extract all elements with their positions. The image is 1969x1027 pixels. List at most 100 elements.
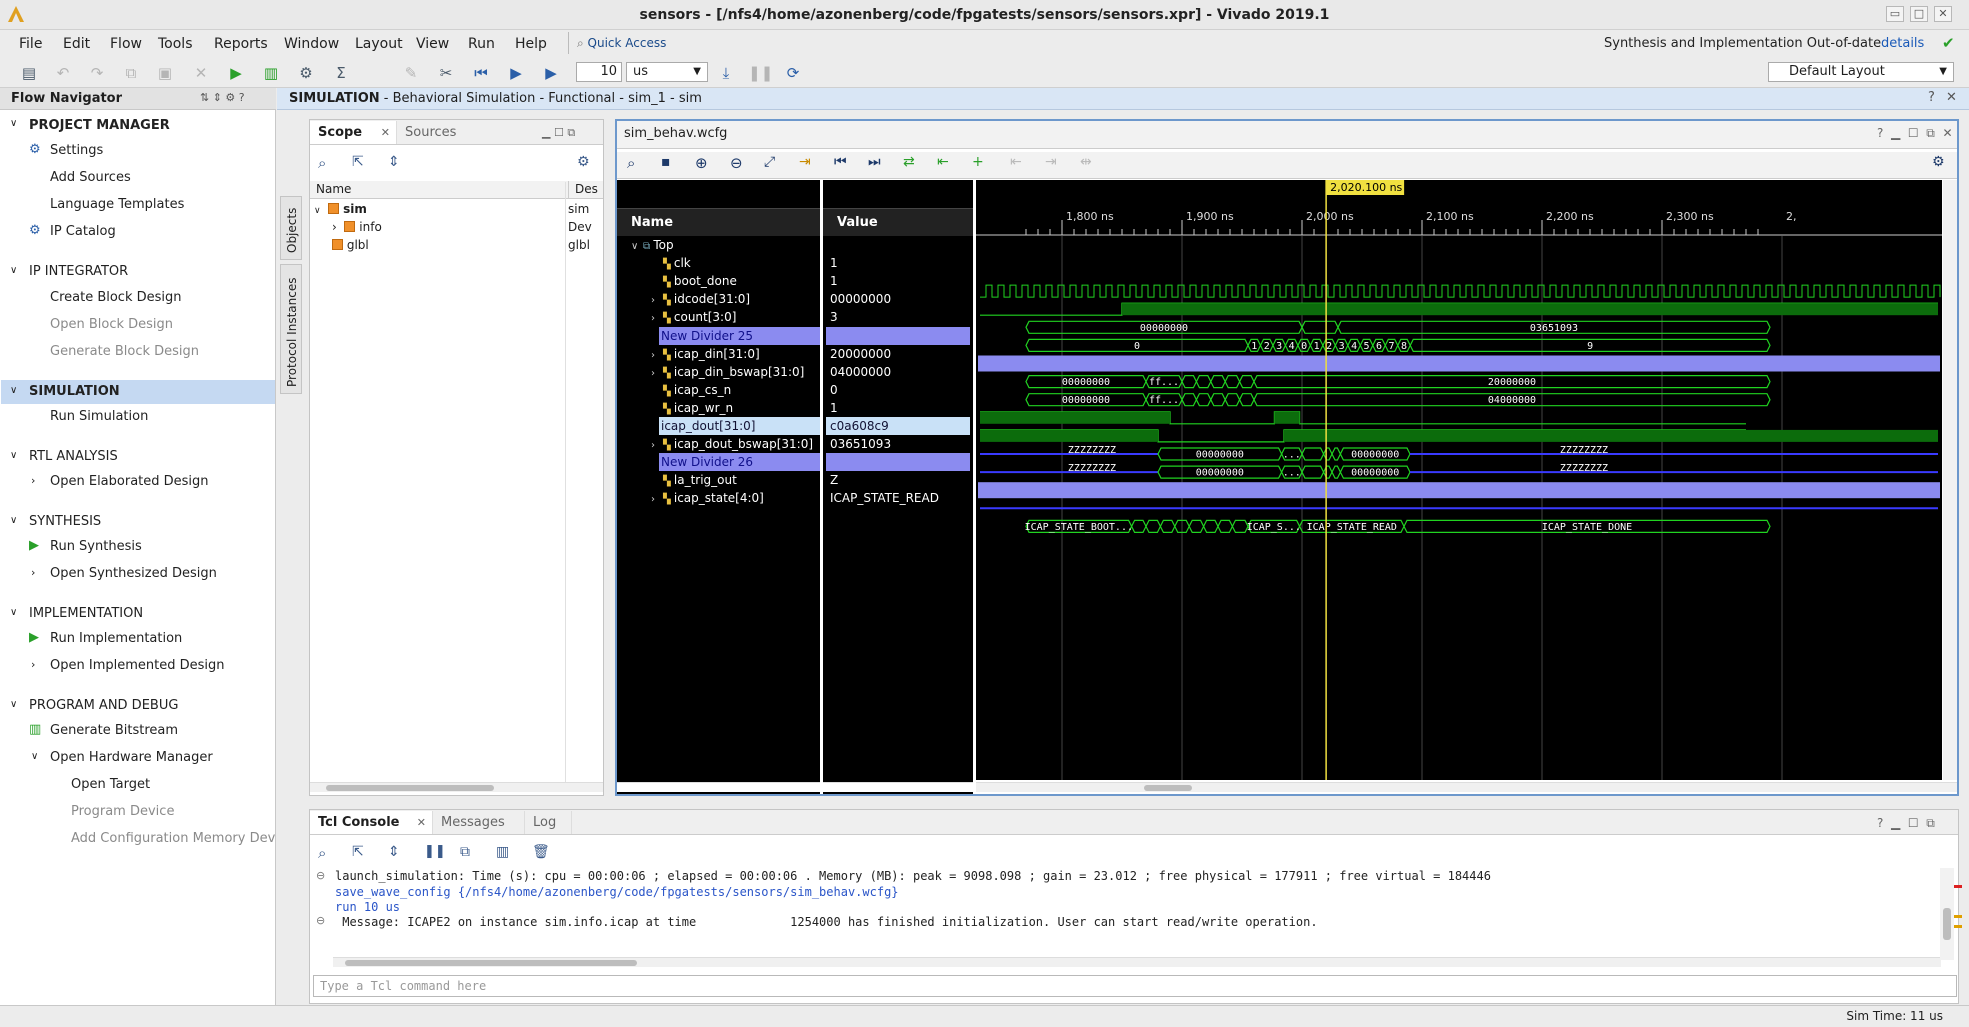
signal-row[interactable]: ▚ boot_done — [617, 272, 817, 290]
redo-icon[interactable]: ↷ — [86, 62, 108, 84]
wire-icon[interactable]: ✂ — [435, 62, 457, 84]
nav-generate-bitstream[interactable]: Generate Bitstream — [50, 723, 178, 738]
panel-window-icons[interactable]: ? ▁ ☐ ⧉ — [1877, 816, 1935, 831]
error-marker[interactable] — [1954, 885, 1962, 888]
run-time-input[interactable]: 10 — [576, 62, 622, 82]
divider-row[interactable]: New Divider 26 — [659, 453, 820, 472]
layout-select[interactable]: Default Layout ▼ — [1768, 62, 1954, 82]
program-device-icon[interactable]: ▥ — [260, 62, 282, 84]
copy-icon[interactable]: ⧉ — [460, 844, 470, 860]
nav-open-hardware-manager[interactable]: Open Hardware Manager — [50, 750, 213, 765]
open-project-icon[interactable]: ▤ — [18, 62, 40, 84]
close-icon[interactable]: ✕ — [1946, 90, 1957, 105]
close-icon[interactable]: ✕ — [417, 811, 426, 834]
warning-marker[interactable] — [1954, 915, 1962, 918]
undo-icon[interactable]: ↶ — [52, 62, 74, 84]
chevron-down-icon[interactable]: ∨ — [10, 450, 17, 461]
signal-row[interactable]: ▚ la_trig_out — [617, 471, 817, 489]
save-icon[interactable]: ▪ — [661, 154, 671, 170]
close-icon[interactable]: ✕ — [381, 121, 390, 144]
trash-icon[interactable]: 🗑 — [532, 844, 550, 860]
run-time-unit-select[interactable]: us ▼ — [626, 62, 708, 82]
zoom-fit-icon[interactable]: ⤢ — [764, 154, 775, 170]
close-button[interactable]: ✕ — [1934, 6, 1952, 22]
nav-open-block-design[interactable]: Open Block Design — [50, 317, 173, 332]
auto-connect-icon[interactable]: ✎ — [400, 62, 422, 84]
settings-icon[interactable]: ⚙ — [295, 62, 317, 84]
nav-run-implementation[interactable]: Run Implementation — [50, 631, 182, 646]
nav-program-device[interactable]: Program Device — [71, 804, 174, 819]
relaunch-icon[interactable]: ⟳ — [782, 62, 804, 84]
scroll-thumb[interactable] — [326, 785, 494, 791]
signal-row[interactable]: › ▚ icap_dout_bswap[31:0] — [617, 435, 817, 453]
pause-icon[interactable]: ❚❚ — [748, 62, 773, 84]
signal-row[interactable]: › ▚ count[3:0] — [617, 308, 817, 326]
previous-marker-icon[interactable]: ⇤ — [1010, 154, 1022, 170]
signal-row[interactable]: ▚ clk — [617, 254, 817, 272]
search-icon[interactable]: ⌕ — [318, 844, 326, 862]
section-implementation[interactable]: IMPLEMENTATION — [29, 606, 143, 621]
nav-add-sources[interactable]: Add Sources — [50, 170, 131, 185]
nav-generate-block-design[interactable]: Generate Block Design — [50, 344, 199, 359]
wave-vscroll[interactable] — [1943, 180, 1957, 780]
wave-tab-title[interactable]: sim_behav.wcfg — [624, 126, 727, 141]
signal-row[interactable]: › ▚ icap_din[31:0] — [617, 345, 817, 363]
nav-header-icons[interactable]: ⇅ ⇕ ⚙ ? — [200, 91, 245, 104]
restart-icon[interactable]: ⏮ — [470, 62, 492, 84]
section-simulation[interactable]: SIMULATION — [29, 384, 120, 399]
chevron-down-icon[interactable]: ∨ — [10, 385, 17, 396]
delete-icon[interactable]: ✕ — [190, 62, 212, 84]
tab-tcl-console[interactable]: Tcl Console ✕ — [310, 811, 432, 834]
tab-scope[interactable]: Scope ✕ — [310, 121, 396, 144]
nav-open-elaborated-design[interactable]: Open Elaborated Design — [50, 474, 209, 489]
wave-hscroll[interactable] — [976, 782, 1957, 792]
nav-create-block-design[interactable]: Create Block Design — [50, 290, 182, 305]
goto-cursor-icon[interactable]: ⇥ — [799, 154, 811, 170]
signal-row[interactable]: ▚ icap_cs_n — [617, 381, 817, 399]
menu-view[interactable]: View — [416, 36, 449, 52]
scope-hscroll[interactable] — [310, 782, 603, 792]
paste-icon[interactable]: ▣ — [154, 62, 176, 84]
console-vscroll[interactable] — [1940, 868, 1954, 960]
signal-row[interactable]: ▚ icap_wr_n — [617, 399, 817, 417]
chevron-right-icon[interactable]: › — [31, 658, 35, 671]
scroll-thumb[interactable] — [1144, 785, 1192, 791]
waveform-canvas[interactable]: 1,800 ns 1,900 ns 2,000 ns 2,100 ns 2,200 ns… — [976, 180, 1942, 780]
nav-ip-catalog[interactable]: IP Catalog — [50, 224, 116, 239]
previous-transition-icon[interactable]: ⇤ — [937, 154, 949, 170]
zoom-in-icon[interactable]: ⊕ — [695, 154, 708, 172]
scroll-thumb[interactable] — [345, 960, 637, 966]
section-rtl-analysis[interactable]: RTL ANALYSIS — [29, 449, 118, 464]
tree-row-sim[interactable]: ∨ sim sim — [314, 200, 602, 218]
tab-protocol-instances[interactable]: Protocol Instances — [280, 264, 302, 394]
col-name[interactable]: Name — [316, 181, 351, 198]
tab-messages[interactable]: Messages — [432, 811, 522, 834]
nav-open-target[interactable]: Open Target — [71, 777, 150, 792]
gear-icon[interactable]: ⚙ — [1932, 154, 1945, 170]
nav-settings[interactable]: Settings — [50, 143, 103, 158]
run-icon[interactable]: ▶ — [225, 62, 247, 84]
run-all-icon[interactable]: ▶ — [505, 62, 527, 84]
menu-edit[interactable]: Edit — [63, 36, 90, 52]
nav-add-config-memory[interactable]: Add Configuration Memory Device — [71, 831, 275, 846]
nav-run-simulation[interactable]: Run Simulation — [50, 409, 148, 424]
swap-cursors-icon[interactable]: ⇄ — [903, 154, 915, 170]
chevron-right-icon[interactable]: › — [31, 566, 35, 579]
values-header[interactable]: Value — [823, 208, 973, 236]
expand-all-icon[interactable]: ⇕ — [388, 154, 400, 170]
chevron-down-icon[interactable]: ∨ — [10, 607, 17, 618]
help-icon[interactable]: ? — [1928, 90, 1935, 105]
divider-row[interactable]: New Divider 25 — [659, 326, 820, 345]
section-program-and-debug[interactable]: PROGRAM AND DEBUG — [29, 698, 178, 713]
collapse-icon[interactable]: ⊖ — [316, 914, 325, 927]
chevron-down-icon[interactable]: ∨ — [10, 118, 17, 129]
toggle-columns-icon[interactable]: ▥ — [496, 844, 509, 860]
add-marker-icon[interactable]: + — [972, 154, 984, 170]
nav-run-synthesis[interactable]: Run Synthesis — [50, 539, 142, 554]
menu-run[interactable]: Run — [468, 36, 495, 52]
minimize-button[interactable]: ▭ — [1886, 6, 1904, 22]
chevron-down-icon[interactable]: ∨ — [10, 699, 17, 710]
names-header[interactable]: Name — [617, 208, 820, 236]
menu-file[interactable]: File — [19, 36, 42, 52]
col-desc[interactable]: Des — [568, 181, 598, 198]
